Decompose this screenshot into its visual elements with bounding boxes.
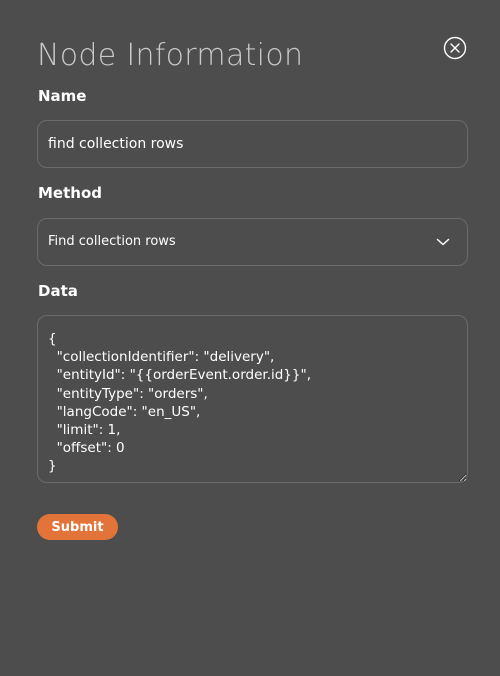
name-input[interactable]	[37, 120, 468, 168]
page-title: Node Information	[37, 38, 304, 73]
data-label: Data	[38, 282, 78, 300]
method-label: Method	[38, 184, 102, 202]
node-information-panel: Node Information Name Method Find collec…	[0, 0, 500, 676]
method-select[interactable]: Find collection rows	[37, 218, 468, 266]
circle-x-icon	[443, 36, 467, 60]
method-selected-value: Find collection rows	[48, 234, 176, 249]
close-button[interactable]	[443, 36, 467, 60]
submit-button[interactable]: Submit	[37, 514, 118, 540]
chevron-down-icon	[436, 238, 450, 246]
name-label: Name	[38, 87, 87, 105]
data-textarea[interactable]: { "collectionIdentifier": "delivery", "e…	[37, 315, 468, 483]
